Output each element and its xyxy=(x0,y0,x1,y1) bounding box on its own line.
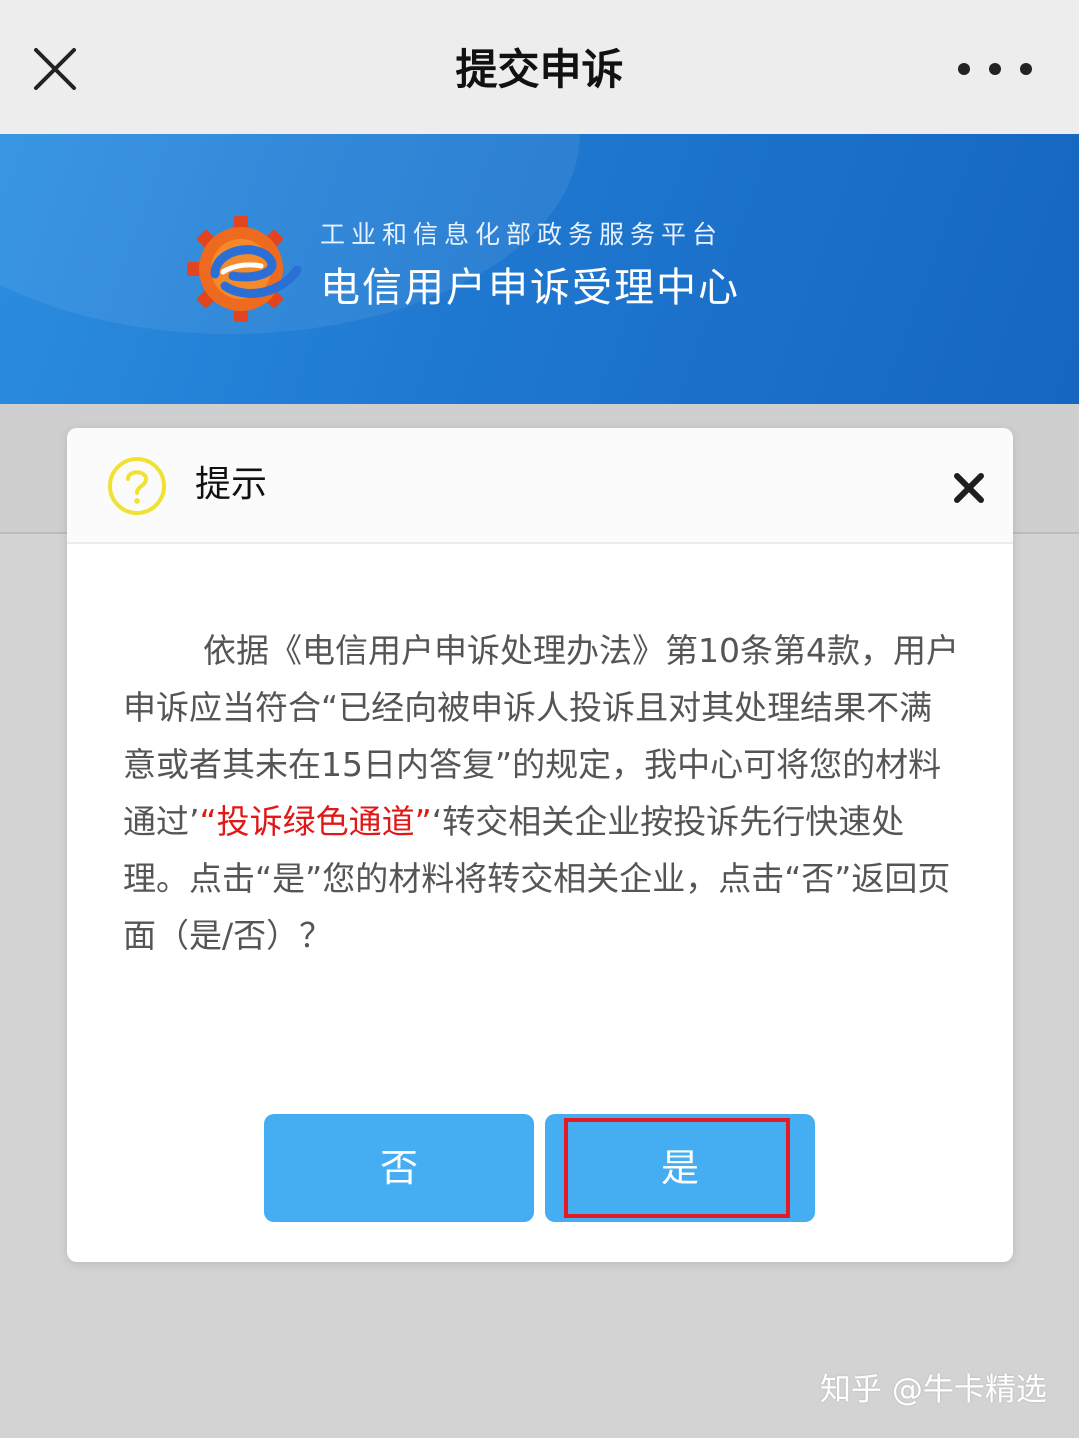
dialog-message: 依据《电信用户申诉处理办法》第10条第4款，用户申诉应当符合“已经向被申诉人投诉… xyxy=(123,622,963,964)
gear-e-logo-icon xyxy=(187,216,302,322)
yes-button[interactable]: 是 xyxy=(545,1114,815,1222)
dialog-title: 提示 xyxy=(195,464,268,505)
dialog-header: 提示 xyxy=(67,428,1013,544)
close-x-icon[interactable] xyxy=(953,472,985,504)
watermark: 知乎 @牛卡精选 xyxy=(820,1372,1047,1408)
question-circle-icon xyxy=(108,457,166,515)
no-button[interactable]: 否 xyxy=(264,1114,534,1222)
header-banner: 工业和信息化部政务服务平台 电信用户申诉受理中心 xyxy=(0,134,1079,404)
more-dots-icon[interactable] xyxy=(955,56,1035,82)
green-channel-highlight: “投诉绿色通道” xyxy=(199,802,432,841)
center-name: 电信用户申诉受理中心 xyxy=(320,265,740,311)
org-name: 工业和信息化部政务服务平台 xyxy=(320,220,724,249)
prompt-dialog: 提示 依据《电信用户申诉处理办法》第10条第4款，用户申诉应当符合“已经向被申诉… xyxy=(67,428,1013,1262)
top-nav-bar: 提交申诉 xyxy=(0,0,1079,134)
page-title: 提交申诉 xyxy=(455,45,624,94)
